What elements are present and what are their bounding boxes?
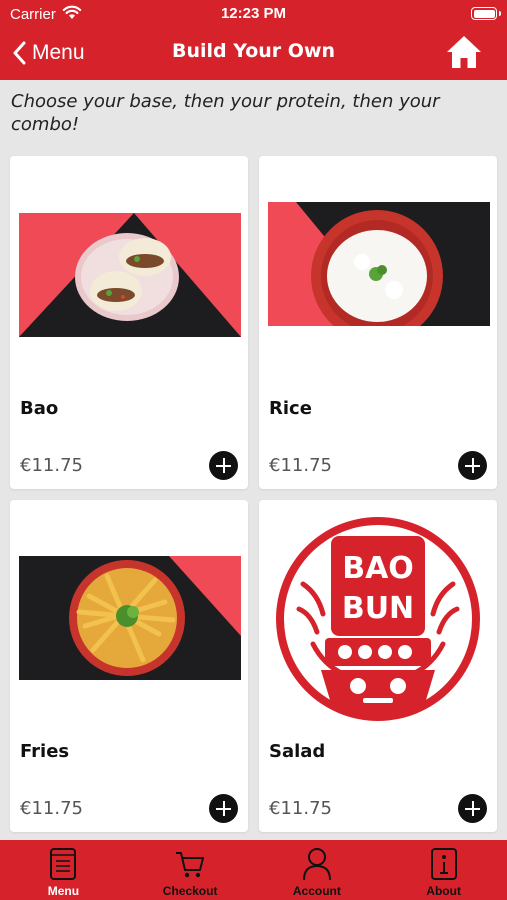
back-button[interactable]: Menu — [12, 38, 85, 68]
tab-menu[interactable]: Menu — [0, 840, 127, 900]
chevron-left-icon — [13, 41, 26, 65]
product-name: Bao — [20, 398, 59, 419]
svg-text:BUN: BUN — [342, 591, 414, 626]
product-card-bao[interactable]: Bao €11.75 — [10, 156, 248, 489]
status-bar: Carrier 12:23 PM — [0, 0, 507, 28]
person-icon — [302, 848, 331, 881]
tab-label: Account — [292, 884, 341, 898]
product-price: €11.75 — [20, 798, 83, 819]
tab-about[interactable]: About — [380, 840, 507, 900]
rice-image — [268, 202, 490, 326]
product-name: Salad — [269, 741, 326, 762]
product-name: Fries — [20, 741, 70, 762]
top-bar: Carrier 12:23 PM Menu Build Your Own — [0, 0, 507, 80]
tab-label: About — [426, 884, 461, 898]
product-card-salad[interactable]: BAO BUN Salad €11.75 — [259, 500, 497, 832]
info-icon — [430, 848, 457, 880]
add-icon[interactable] — [209, 451, 238, 480]
back-button-label: Menu — [32, 41, 85, 64]
battery-icon — [471, 7, 501, 20]
tab-bar: Menu Checkout Account About — [0, 840, 507, 900]
home-icon[interactable] — [445, 34, 483, 70]
tab-label: Checkout — [162, 884, 218, 898]
menu-book-icon — [50, 848, 77, 880]
tab-account[interactable]: Account — [254, 840, 381, 900]
status-time: 12:23 PM — [220, 5, 287, 22]
svg-text:BAO: BAO — [342, 551, 414, 586]
add-icon[interactable] — [209, 794, 238, 823]
product-price: €11.75 — [20, 455, 83, 476]
instructions-text: Choose your base, then your protein, the… — [11, 91, 440, 135]
bao-image — [19, 213, 241, 337]
fries-image — [19, 556, 241, 680]
product-price: €11.75 — [269, 798, 332, 819]
navigation-bar: Menu Build Your Own — [0, 28, 507, 80]
add-icon[interactable] — [458, 794, 487, 823]
product-price: €11.75 — [269, 455, 332, 476]
product-name: Rice — [269, 398, 312, 419]
bao-bun-logo: BAO BUN — [273, 514, 483, 724]
cart-icon — [176, 852, 205, 878]
product-card-fries[interactable]: Fries €11.75 — [10, 500, 248, 832]
tab-label: Menu — [47, 884, 80, 898]
product-card-rice[interactable]: Rice €11.75 — [259, 156, 497, 489]
tab-checkout[interactable]: Checkout — [127, 840, 254, 900]
add-icon[interactable] — [458, 451, 487, 480]
